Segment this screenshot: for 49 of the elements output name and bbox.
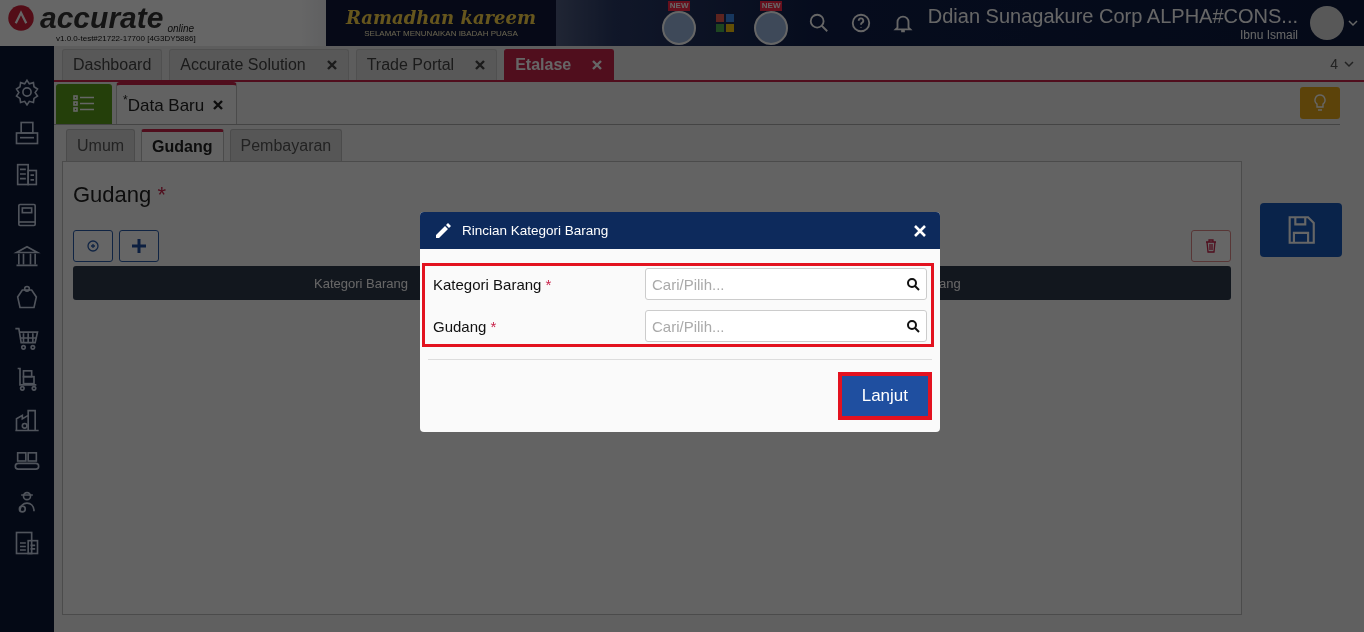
lightbulb-icon — [1313, 94, 1327, 112]
trash-icon — [1205, 239, 1217, 253]
user-name: Ibnu Ismail — [1239, 27, 1298, 42]
search-icon[interactable] — [906, 319, 920, 333]
modal-title: Rincian Kategori Barang — [462, 223, 610, 238]
pencil-icon — [434, 221, 452, 240]
gear-icon[interactable] — [13, 78, 41, 106]
app-tab[interactable]: Trade Portal — [355, 49, 498, 80]
new-badge: NEW — [759, 1, 783, 11]
app-tab[interactable]: Dashboard — [62, 49, 163, 80]
search-select-field[interactable]: Cari/Pilih... — [645, 310, 927, 342]
search-select-field[interactable]: Cari/Pilih... — [645, 268, 927, 300]
avatar-button[interactable] — [661, 11, 696, 45]
chevron-down-icon — [1344, 59, 1354, 69]
logo-text: accurate — [40, 3, 164, 33]
company-name: Ddian Sunagakure Corp ALPHA#CONS... — [927, 4, 1298, 28]
banner-title: Ramadhan kareem — [346, 7, 536, 29]
import-button[interactable] — [73, 230, 113, 262]
help-icon[interactable] — [849, 12, 872, 34]
document-tab[interactable]: $^{*}$Data Baru — [116, 82, 238, 124]
column-header: Kategori Barang — [314, 275, 408, 291]
lightbulb-button[interactable] — [1300, 87, 1340, 119]
tab-count-dropdown[interactable]: 4 — [1320, 48, 1364, 80]
new-badge: NEW — [667, 1, 691, 11]
field-label: Gudang * — [433, 317, 498, 335]
chevron-down-icon[interactable] — [1348, 18, 1358, 28]
printer-icon[interactable] — [13, 119, 41, 147]
banner-subtitle: SELAMAT MENUNAIKAN IBADAH PUASA — [364, 29, 518, 39]
delete-button[interactable] — [1191, 230, 1231, 262]
add-button[interactable] — [119, 230, 159, 262]
form-tab[interactable]: Gudang — [141, 129, 224, 161]
section-title: Gudang * — [73, 182, 167, 208]
version-text: v1.0.0-test#21722-17700 [4G3DY5886] — [56, 34, 197, 44]
save-button[interactable] — [1260, 203, 1342, 257]
app-tab[interactable]: Etalase — [504, 49, 615, 80]
list-button[interactable] — [56, 84, 112, 124]
list-icon — [73, 95, 95, 113]
logo-icon — [6, 3, 36, 33]
avatar-button[interactable] — [753, 11, 788, 45]
plus-icon — [131, 238, 147, 254]
search-icon[interactable] — [906, 277, 920, 291]
field-label: Kategori Barang * — [433, 275, 553, 293]
circle-plus-icon — [86, 239, 100, 253]
logo-subtitle: online — [167, 23, 195, 34]
user-avatar[interactable] — [1310, 6, 1344, 40]
app-tab[interactable]: Accurate Solution — [169, 49, 349, 80]
apps-grid-icon[interactable] — [715, 14, 734, 32]
tax-document-icon[interactable] — [13, 529, 41, 557]
column-header: ang — [938, 275, 961, 291]
